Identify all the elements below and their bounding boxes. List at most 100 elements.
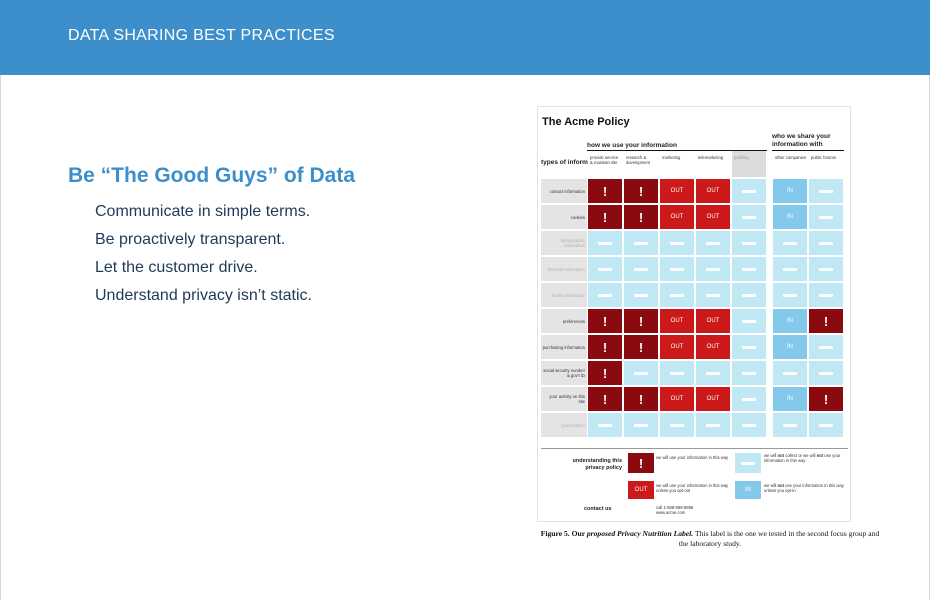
dash-mark bbox=[819, 345, 833, 349]
policy-cell: IN bbox=[773, 309, 807, 333]
column-header: other companies bbox=[773, 151, 807, 177]
cell-mark: OUT bbox=[706, 214, 720, 220]
row-label: preferences bbox=[562, 318, 585, 324]
policy-cell: OUT bbox=[660, 205, 694, 229]
policy-cell bbox=[588, 231, 622, 255]
cell-mark: IN bbox=[787, 396, 793, 402]
column-header: profiling bbox=[732, 151, 766, 177]
cell-mark: IN bbox=[787, 188, 793, 194]
policy-cell bbox=[732, 387, 766, 411]
legend-separator bbox=[541, 448, 848, 449]
cell-mark: OUT bbox=[706, 188, 720, 194]
policy-cell bbox=[732, 179, 766, 203]
cell-mark: ! bbox=[602, 365, 608, 381]
legend-out-text: we will use your information in this way… bbox=[656, 483, 729, 493]
policy-cell bbox=[696, 361, 730, 385]
privacy-label-figure: The Acme Policy how we use your informat… bbox=[537, 106, 851, 522]
policy-cell bbox=[809, 283, 843, 307]
policy-cell bbox=[732, 335, 766, 359]
dash-mark bbox=[742, 189, 756, 193]
dash-mark bbox=[742, 371, 756, 375]
dash-mark bbox=[783, 293, 797, 297]
dash-mark bbox=[634, 241, 648, 245]
header-title: DATA SHARING BEST PRACTICES bbox=[68, 27, 335, 44]
legend-bang-text: we will use your information in this way bbox=[656, 455, 729, 460]
row-label: your location bbox=[561, 422, 585, 428]
policy-cell bbox=[773, 257, 807, 281]
policy-cell bbox=[696, 231, 730, 255]
cell-mark: ! bbox=[638, 183, 644, 199]
policy-cell: OUT bbox=[660, 309, 694, 333]
cell-mark: ! bbox=[638, 391, 644, 407]
row-label: financial information bbox=[547, 266, 585, 272]
dash-mark bbox=[783, 423, 797, 427]
dash-mark bbox=[598, 293, 612, 297]
policy-cell: IN bbox=[773, 205, 807, 229]
row-label: health information bbox=[551, 292, 585, 298]
policy-cell bbox=[732, 309, 766, 333]
dash-mark bbox=[742, 319, 756, 323]
dash-mark bbox=[742, 267, 756, 271]
share-heading: who we share your information with bbox=[772, 133, 831, 148]
dash-mark bbox=[634, 267, 648, 271]
dash-mark bbox=[670, 371, 684, 375]
cell-mark: OUT bbox=[670, 214, 684, 220]
policy-cell: ! bbox=[588, 309, 622, 333]
bullet-list: Communicate in simple terms. Be proactiv… bbox=[95, 202, 312, 314]
policy-cell: ! bbox=[624, 309, 658, 333]
dash-mark bbox=[598, 423, 612, 427]
dash-mark bbox=[706, 241, 720, 245]
policy-cell bbox=[732, 205, 766, 229]
dash-mark bbox=[670, 241, 684, 245]
policy-cell bbox=[660, 257, 694, 281]
policy-cell bbox=[588, 283, 622, 307]
policy-cell: ! bbox=[624, 205, 658, 229]
cell-mark: OUT bbox=[706, 344, 720, 350]
row-label: demographic information bbox=[560, 238, 585, 248]
policy-cell bbox=[732, 231, 766, 255]
dash-mark bbox=[706, 423, 720, 427]
policy-cell bbox=[696, 283, 730, 307]
legend-bang-mark: ! bbox=[638, 455, 644, 471]
policy-cell: OUT bbox=[696, 309, 730, 333]
cell-mark: ! bbox=[602, 313, 608, 329]
dash-mark bbox=[670, 293, 684, 297]
policy-cell bbox=[773, 361, 807, 385]
dash-mark bbox=[598, 267, 612, 271]
policy-cell bbox=[696, 257, 730, 281]
policy-cell: OUT bbox=[696, 179, 730, 203]
dash-mark bbox=[819, 267, 833, 271]
cell-mark: IN bbox=[787, 318, 793, 324]
policy-cell bbox=[773, 231, 807, 255]
row-label: purchasing information bbox=[542, 344, 585, 350]
cell-mark: OUT bbox=[706, 396, 720, 402]
cell-mark: IN bbox=[787, 344, 793, 350]
policy-cell bbox=[588, 257, 622, 281]
policy-cell bbox=[773, 413, 807, 437]
contact-web: www.acme.com bbox=[656, 510, 686, 515]
cell-mark: ! bbox=[823, 391, 829, 407]
dash-mark bbox=[634, 423, 648, 427]
dash-mark bbox=[819, 293, 833, 297]
dash-mark bbox=[598, 241, 612, 245]
policy-cell bbox=[732, 361, 766, 385]
cell-mark: ! bbox=[602, 391, 608, 407]
policy-cell bbox=[624, 231, 658, 255]
figure-title: The Acme Policy bbox=[542, 116, 630, 128]
column-header: telemarketing bbox=[696, 151, 730, 177]
policy-cell bbox=[809, 179, 843, 203]
legend-dash-text: we will not collect or we will not use y… bbox=[764, 453, 841, 463]
dash-mark bbox=[783, 267, 797, 271]
policy-cell bbox=[809, 335, 843, 359]
policy-cell bbox=[773, 283, 807, 307]
legend-label: understanding this privacy policy bbox=[572, 458, 623, 471]
dash-mark bbox=[634, 293, 648, 297]
policy-cell: ! bbox=[809, 387, 843, 411]
cell-mark: ! bbox=[602, 339, 608, 355]
legend-in-mark: IN bbox=[745, 487, 751, 493]
dash-mark bbox=[742, 397, 756, 401]
contact-info: call 1-888-888-8888 www.acme.com bbox=[656, 505, 693, 515]
legend-in-text: we will not use your information in this… bbox=[764, 483, 844, 493]
policy-cell bbox=[732, 413, 766, 437]
policy-cell: OUT bbox=[660, 179, 694, 203]
